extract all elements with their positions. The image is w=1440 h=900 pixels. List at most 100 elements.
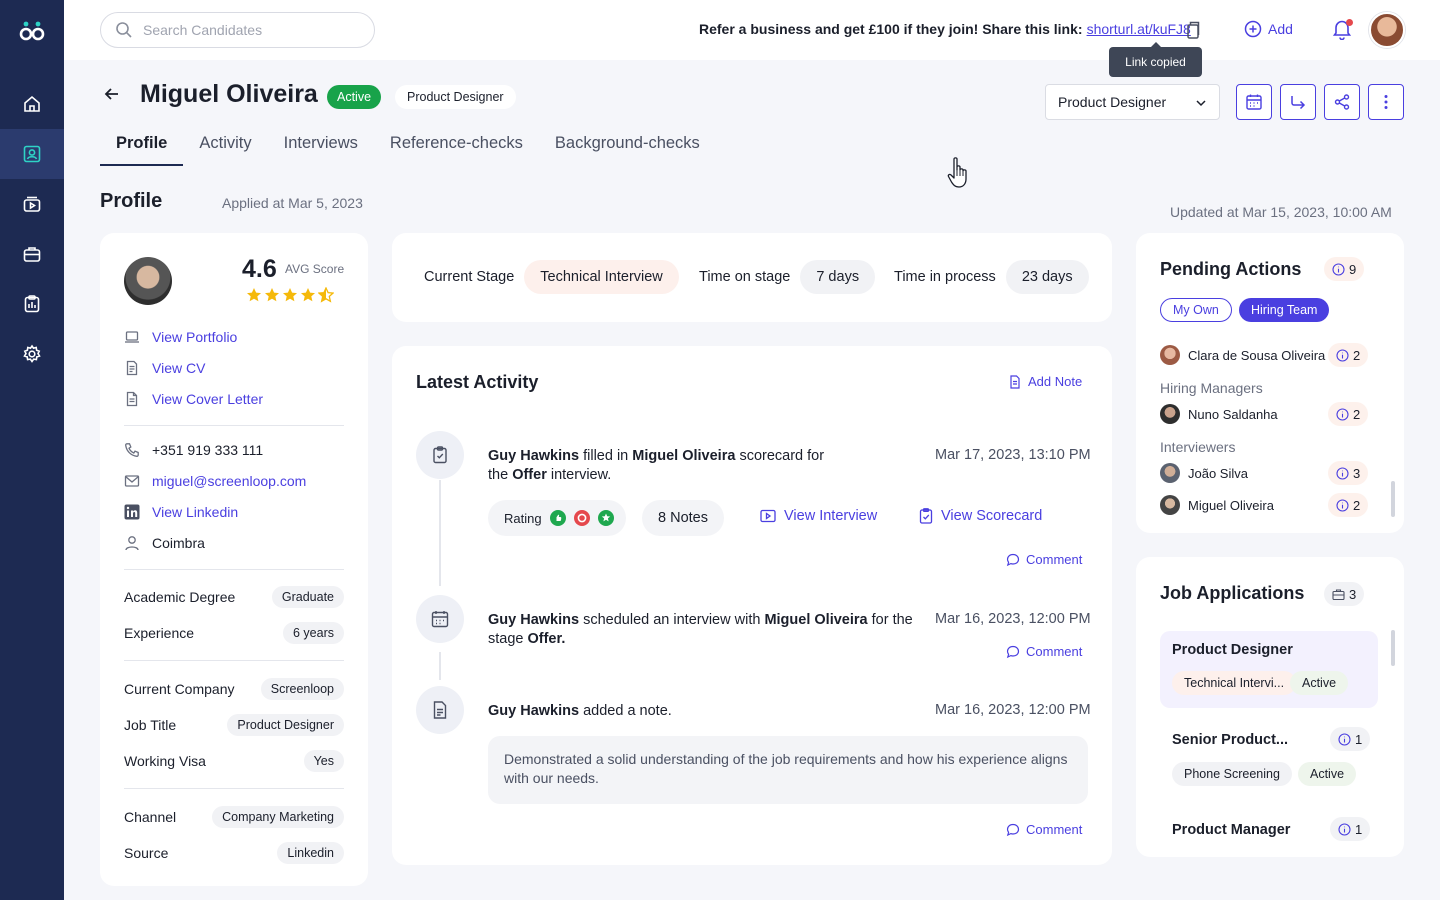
- job-item[interactable]: Product Manager 1: [1160, 812, 1378, 852]
- tab-background-checks[interactable]: Background-checks: [539, 130, 716, 166]
- current-stage-value: Technical Interview: [524, 260, 679, 294]
- group-label-hiring-managers: Hiring Managers: [1160, 380, 1263, 396]
- referral-link[interactable]: shorturl.at/kuFJ8: [1087, 21, 1191, 37]
- phone-number: +351 919 333 111: [152, 442, 264, 458]
- job-status: Active: [1290, 671, 1349, 695]
- job-select[interactable]: Product Designer: [1045, 84, 1220, 120]
- toggle-my-own[interactable]: My Own: [1160, 298, 1232, 322]
- job-status: Active: [1298, 762, 1357, 786]
- referral-banner: Refer a business and get £100 if they jo…: [699, 21, 1191, 37]
- tab-profile[interactable]: Profile: [100, 130, 184, 166]
- linkedin-link: View Linkedin: [152, 504, 239, 520]
- gear-icon: [23, 344, 41, 363]
- comment-icon: [1006, 553, 1020, 566]
- cancel-circle-icon: [573, 510, 590, 526]
- scrollbar[interactable]: [1391, 481, 1395, 517]
- job-item[interactable]: Senior Product... 1 Phone Screening Acti…: [1160, 722, 1378, 799]
- comment-button[interactable]: Comment: [1006, 552, 1082, 567]
- tab-interviews[interactable]: Interviews: [268, 130, 374, 166]
- cover-letter-link[interactable]: View Cover Letter: [124, 391, 263, 407]
- file-icon: [126, 391, 138, 407]
- portfolio-link[interactable]: View Portfolio: [124, 329, 237, 345]
- add-note-button[interactable]: Add Note: [1008, 374, 1082, 389]
- star-icon: [247, 288, 261, 302]
- document-icon: [126, 360, 138, 376]
- mouse-cursor-icon: [946, 156, 972, 190]
- pending-person[interactable]: Clara de Sousa Oliveira: [1160, 345, 1325, 365]
- pending-person[interactable]: Nuno Saldanha: [1160, 404, 1278, 424]
- sidebar-item-scorecards[interactable]: [0, 279, 64, 329]
- search-input[interactable]: [143, 22, 353, 38]
- comment-icon: [1006, 645, 1020, 658]
- job-applications-title: Job Applications: [1160, 583, 1305, 603]
- app-logo[interactable]: [18, 18, 46, 46]
- calendar-event-icon: [416, 595, 464, 643]
- schedule-button[interactable]: [1236, 84, 1272, 120]
- view-interview-link[interactable]: View Interview: [760, 508, 877, 524]
- view-scorecard-link[interactable]: View Scorecard: [919, 508, 1042, 524]
- pending-actions-card: Pending Actions 9 My Own Hiring Team Cla…: [1136, 233, 1404, 533]
- more-options-button[interactable]: [1368, 84, 1404, 120]
- pending-person[interactable]: Miguel Oliveira: [1160, 495, 1274, 515]
- arrow-forward-icon: [1291, 96, 1306, 110]
- field-value: Company Marketing: [212, 806, 344, 828]
- pending-person-count: 3: [1328, 461, 1369, 485]
- field-working-visa: Working Visa Yes: [124, 750, 344, 772]
- toggle-hiring-team[interactable]: Hiring Team: [1239, 298, 1330, 322]
- activity-card: Latest Activity Add Note Guy Hawkins fil…: [392, 346, 1112, 865]
- job-stage: Phone Screening: [1172, 762, 1292, 786]
- divider: [124, 569, 344, 570]
- cv-link[interactable]: View CV: [124, 360, 205, 376]
- field-current-company: Current Company Screenloop: [124, 678, 344, 700]
- time-on-stage-label: Time on stage: [699, 269, 791, 285]
- candidate-avatar: [124, 257, 172, 305]
- comment-button[interactable]: Comment: [1006, 644, 1082, 659]
- info-icon: [1336, 407, 1349, 421]
- field-value: Yes: [303, 750, 344, 772]
- comment-button[interactable]: Comment: [1006, 822, 1082, 837]
- star-icon: [283, 288, 297, 302]
- add-button[interactable]: Add: [1244, 20, 1293, 38]
- stage-card: Current Stage Technical Interview Time o…: [392, 233, 1112, 322]
- field-academic-degree: Academic Degree Graduate: [124, 586, 344, 608]
- info-icon: [1332, 262, 1345, 276]
- star-half-icon: [318, 287, 334, 303]
- notes-count[interactable]: 8 Notes: [642, 500, 724, 536]
- sidebar-item-jobs[interactable]: [0, 229, 64, 279]
- move-stage-button[interactable]: [1280, 84, 1316, 120]
- sidebar-item-candidates[interactable]: [0, 129, 64, 179]
- tab-reference-checks[interactable]: Reference-checks: [374, 130, 539, 166]
- star-icon: [265, 288, 279, 302]
- sidebar-item-home[interactable]: [0, 79, 64, 129]
- search-box[interactable]: [100, 12, 375, 48]
- share-button[interactable]: [1324, 84, 1360, 120]
- notification-dot: [1346, 19, 1353, 26]
- cv-link-label: View CV: [152, 360, 206, 376]
- job-select-value: Product Designer: [1058, 94, 1167, 110]
- field-label: Working Visa: [124, 753, 206, 769]
- location: Coimbra: [152, 535, 205, 551]
- tab-activity[interactable]: Activity: [183, 130, 267, 166]
- job-item[interactable]: Product Designer Technical Intervi... Ac…: [1160, 631, 1378, 708]
- thumbs-up-icon: [549, 510, 566, 526]
- copy-link-button[interactable]: [1186, 21, 1200, 39]
- field-label: Current Company: [124, 681, 235, 697]
- job-count-badge: 3: [1324, 582, 1365, 606]
- user-avatar[interactable]: [1369, 12, 1405, 48]
- scrollbar[interactable]: [1391, 630, 1395, 666]
- activity-date: Mar 17, 2023, 13:10 PM: [935, 447, 1091, 463]
- sidebar-item-settings[interactable]: [0, 329, 64, 379]
- back-button[interactable]: [104, 86, 120, 102]
- briefcase-icon: [1332, 588, 1345, 600]
- linkedin-row[interactable]: View Linkedin: [124, 504, 238, 520]
- referral-text: Refer a business and get £100 if they jo…: [699, 21, 1083, 37]
- pending-person[interactable]: João Silva: [1160, 463, 1248, 483]
- email-link: miguel@screenloop.com: [152, 473, 307, 489]
- star-icon: [301, 288, 315, 302]
- sidebar-item-interviews[interactable]: [0, 179, 64, 229]
- add-note-label: Add Note: [1028, 374, 1083, 389]
- email-row[interactable]: miguel@screenloop.com: [124, 473, 306, 489]
- activity-text: Guy Hawkins added a note.: [488, 703, 672, 719]
- candidate-icon: [23, 145, 41, 163]
- activity-title: Latest Activity: [416, 372, 539, 392]
